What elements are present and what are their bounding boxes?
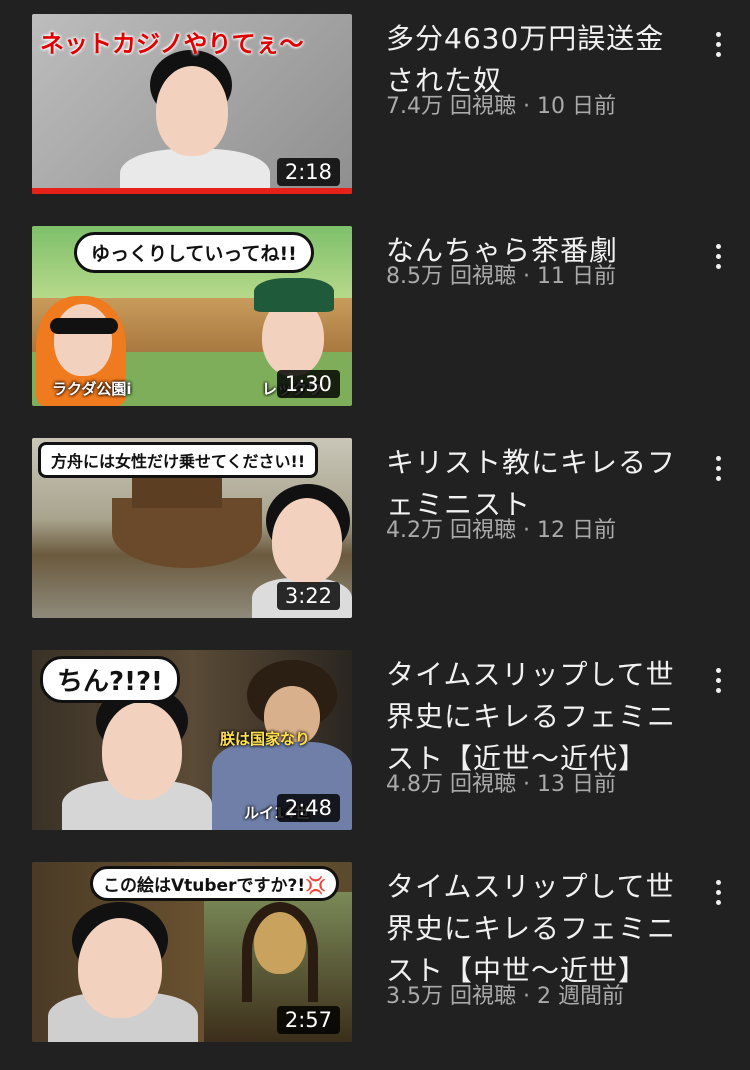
thumbnail-overlay-text: 方舟には女性だけ乗せてください!! [38,442,319,478]
more-vert-icon[interactable] [706,242,730,272]
video-title[interactable]: キリスト教にキレるフェミニスト [386,442,686,526]
video-item[interactable]: ゆっくりしていってね!! ラクダ公園i レックウ 1:30 なんちゃら茶番劇 8… [0,226,750,416]
thumbnail-overlay-text: この絵はVtuberですか?!💢 [90,866,340,901]
video-thumbnail[interactable]: 方舟には女性だけ乗せてください!! 3:22 [32,438,352,618]
video-thumbnail[interactable]: ゆっくりしていってね!! ラクダ公園i レックウ 1:30 [32,226,352,406]
video-item[interactable]: この絵はVtuberですか?!💢 2:57 タイムスリップして世界史にキレるフェ… [0,862,750,1052]
more-vert-icon[interactable] [706,878,730,908]
thumbnail-overlay-text: ネットカジノやりてぇ〜 [40,30,304,58]
watch-progress-bar [32,188,352,194]
duration-badge: 3:22 [276,582,340,610]
thumbnail-caption: ラクダ公園i [52,380,132,398]
video-stats: 4.2万 回視聴 · 12 日前 [386,518,616,543]
video-stats: 7.4万 回視聴 · 10 日前 [386,94,616,119]
video-item[interactable]: ちん?!?! 朕は国家なり ルイ14世 2:48 タイムスリップして世界史にキレ… [0,650,750,840]
thumbnail-caption: 朕は国家なり [220,730,311,748]
duration-badge: 1:30 [276,370,340,398]
video-title[interactable]: タイムスリップして世界史にキレるフェミニスト【中世〜近世】 [386,866,686,992]
more-vert-icon[interactable] [706,666,730,696]
video-list: ネットカジノやりてぇ〜 2:18 多分4630万円誤送金された奴 7.4万 回視… [0,0,750,1070]
video-title[interactable]: 多分4630万円誤送金された奴 [386,18,686,102]
video-item[interactable]: 方舟には女性だけ乗せてください!! 3:22 キリスト教にキレるフェミニスト 4… [0,438,750,628]
thumbnail-overlay-text: ちん?!?! [40,656,180,703]
video-stats: 8.5万 回視聴 · 11 日前 [386,264,616,289]
video-item[interactable]: ネットカジノやりてぇ〜 2:18 多分4630万円誤送金された奴 7.4万 回視… [0,14,750,204]
video-thumbnail[interactable]: ネットカジノやりてぇ〜 2:18 [32,14,352,194]
duration-badge: 2:57 [276,1006,340,1034]
duration-badge: 2:18 [276,158,340,186]
video-thumbnail[interactable]: ちん?!?! 朕は国家なり ルイ14世 2:48 [32,650,352,830]
video-title[interactable]: タイムスリップして世界史にキレるフェミニスト【近世〜近代】 [386,654,686,780]
video-thumbnail[interactable]: この絵はVtuberですか?!💢 2:57 [32,862,352,1042]
duration-badge: 2:48 [276,794,340,822]
more-vert-icon[interactable] [706,30,730,60]
thumbnail-overlay-text: ゆっくりしていってね!! [74,232,314,273]
more-vert-icon[interactable] [706,454,730,484]
